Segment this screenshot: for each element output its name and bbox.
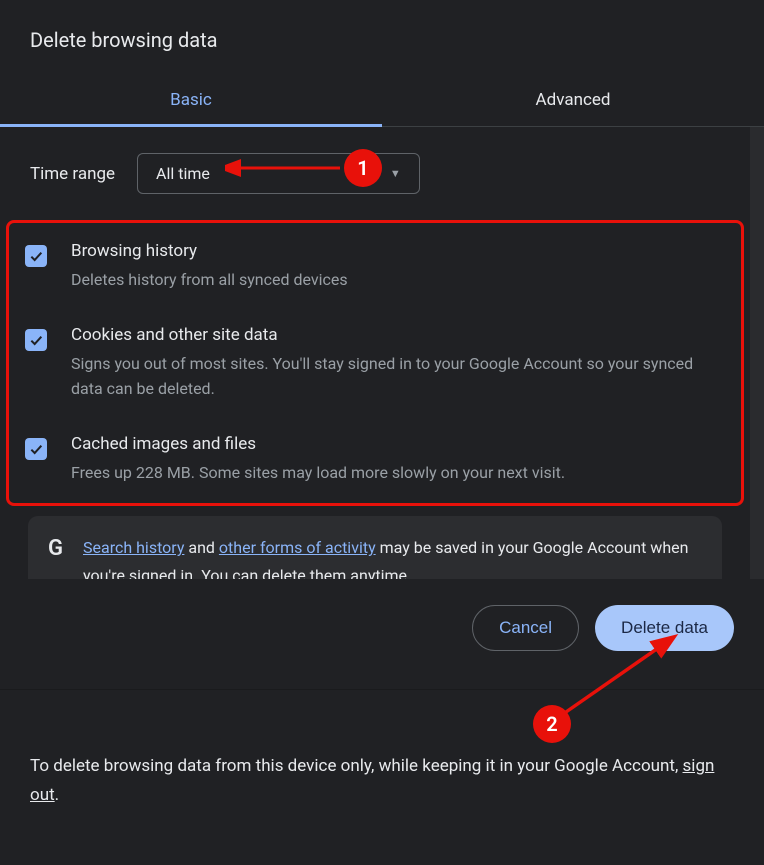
tab-advanced[interactable]: Advanced	[382, 76, 764, 126]
scroll-area: Time range All time ▼ Browsing history D…	[0, 127, 764, 579]
time-range-row: Time range All time ▼	[0, 127, 750, 220]
annotation-highlight-box: Browsing history Deletes history from al…	[6, 220, 744, 506]
link-other-activity[interactable]: other forms of activity	[219, 538, 376, 557]
option-title: Cached images and files	[71, 434, 565, 454]
cancel-button[interactable]: Cancel	[472, 605, 579, 651]
option-cache: Cached images and files Frees up 228 MB.…	[25, 434, 725, 486]
time-range-select[interactable]: All time ▼	[137, 153, 420, 194]
delete-data-button[interactable]: Delete data	[595, 605, 734, 651]
checkbox-cache[interactable]	[25, 438, 47, 460]
tab-bar: Basic Advanced	[0, 76, 764, 127]
checkmark-icon	[28, 332, 44, 348]
checkbox-cookies[interactable]	[25, 329, 47, 351]
option-browsing-history: Browsing history Deletes history from al…	[25, 241, 725, 293]
link-search-history[interactable]: Search history	[83, 538, 184, 557]
tab-basic[interactable]: Basic	[0, 76, 382, 127]
scrollbar-up-icon[interactable]	[750, 127, 764, 147]
dialog-title: Delete browsing data	[0, 0, 764, 76]
dialog-buttons: Cancel Delete data	[0, 579, 764, 689]
footer-note: To delete browsing data from this device…	[0, 689, 764, 840]
checkbox-browsing-history[interactable]	[25, 245, 47, 267]
option-title: Cookies and other site data	[71, 325, 725, 345]
option-desc: Deletes history from all synced devices	[71, 267, 348, 293]
checkmark-icon	[28, 441, 44, 457]
google-account-card: G Search history and other forms of acti…	[28, 516, 722, 579]
option-desc: Signs you out of most sites. You'll stay…	[71, 351, 725, 402]
time-range-value: All time	[156, 164, 210, 183]
google-card-text: Search history and other forms of activi…	[83, 534, 702, 579]
google-logo-icon: G	[48, 536, 63, 561]
checkmark-icon	[28, 248, 44, 264]
scrollbar-down-icon[interactable]	[750, 559, 764, 579]
option-title: Browsing history	[71, 241, 348, 261]
option-cookies: Cookies and other site data Signs you ou…	[25, 325, 725, 402]
time-range-label: Time range	[30, 164, 115, 184]
chevron-down-icon: ▼	[390, 167, 401, 180]
option-desc: Frees up 228 MB. Some sites may load mor…	[71, 460, 565, 486]
